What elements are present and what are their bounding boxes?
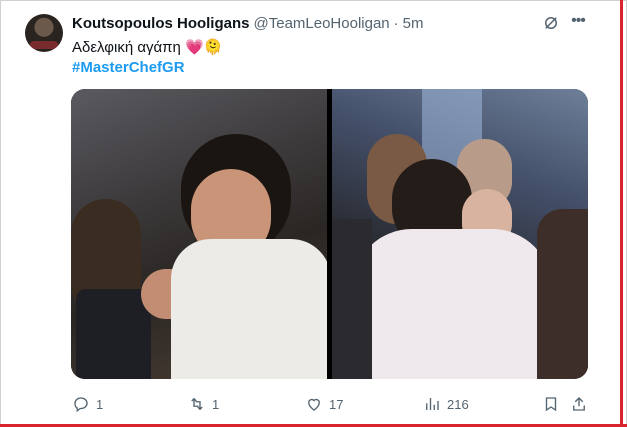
- reply-icon: [74, 397, 88, 413]
- reply-button[interactable]: 1: [72, 395, 103, 413]
- more-icon[interactable]: •••: [568, 12, 588, 32]
- views-count: 216: [447, 396, 469, 412]
- views-icon: [426, 398, 439, 410]
- display-name[interactable]: Koutsopoulos Hooligans: [72, 15, 250, 32]
- share-icon: [573, 397, 585, 411]
- views-button[interactable]: 216: [423, 395, 469, 413]
- like-count: 17: [329, 396, 344, 412]
- like-button[interactable]: 17: [305, 395, 343, 413]
- hashtag-link[interactable]: #MasterChefGR: [72, 58, 185, 78]
- retweet-count: 1: [212, 396, 220, 412]
- photo-left[interactable]: [71, 89, 327, 379]
- media-grid[interactable]: [71, 89, 588, 379]
- user-handle[interactable]: @TeamLeoHooligan: [254, 15, 390, 32]
- timestamp[interactable]: 5m: [403, 15, 424, 32]
- retweet-icon: [191, 397, 203, 411]
- window-border-right: [620, 0, 623, 427]
- reply-count: 1: [96, 396, 104, 412]
- tweet-header: Koutsopoulos Hooligans @TeamLeoHooligan …: [72, 13, 424, 33]
- share-button[interactable]: [570, 395, 588, 413]
- avatar[interactable]: [25, 14, 63, 52]
- header-separator: ·: [393, 14, 399, 32]
- tweet-text: Αδελφική αγάπη 💗🫠: [72, 39, 223, 56]
- photo-right[interactable]: [332, 89, 588, 379]
- retweet-button[interactable]: 1: [188, 395, 219, 413]
- bookmark-button[interactable]: [542, 395, 560, 413]
- grok-icon[interactable]: [542, 14, 560, 32]
- bookmark-icon: [545, 397, 557, 412]
- like-icon: [308, 398, 320, 411]
